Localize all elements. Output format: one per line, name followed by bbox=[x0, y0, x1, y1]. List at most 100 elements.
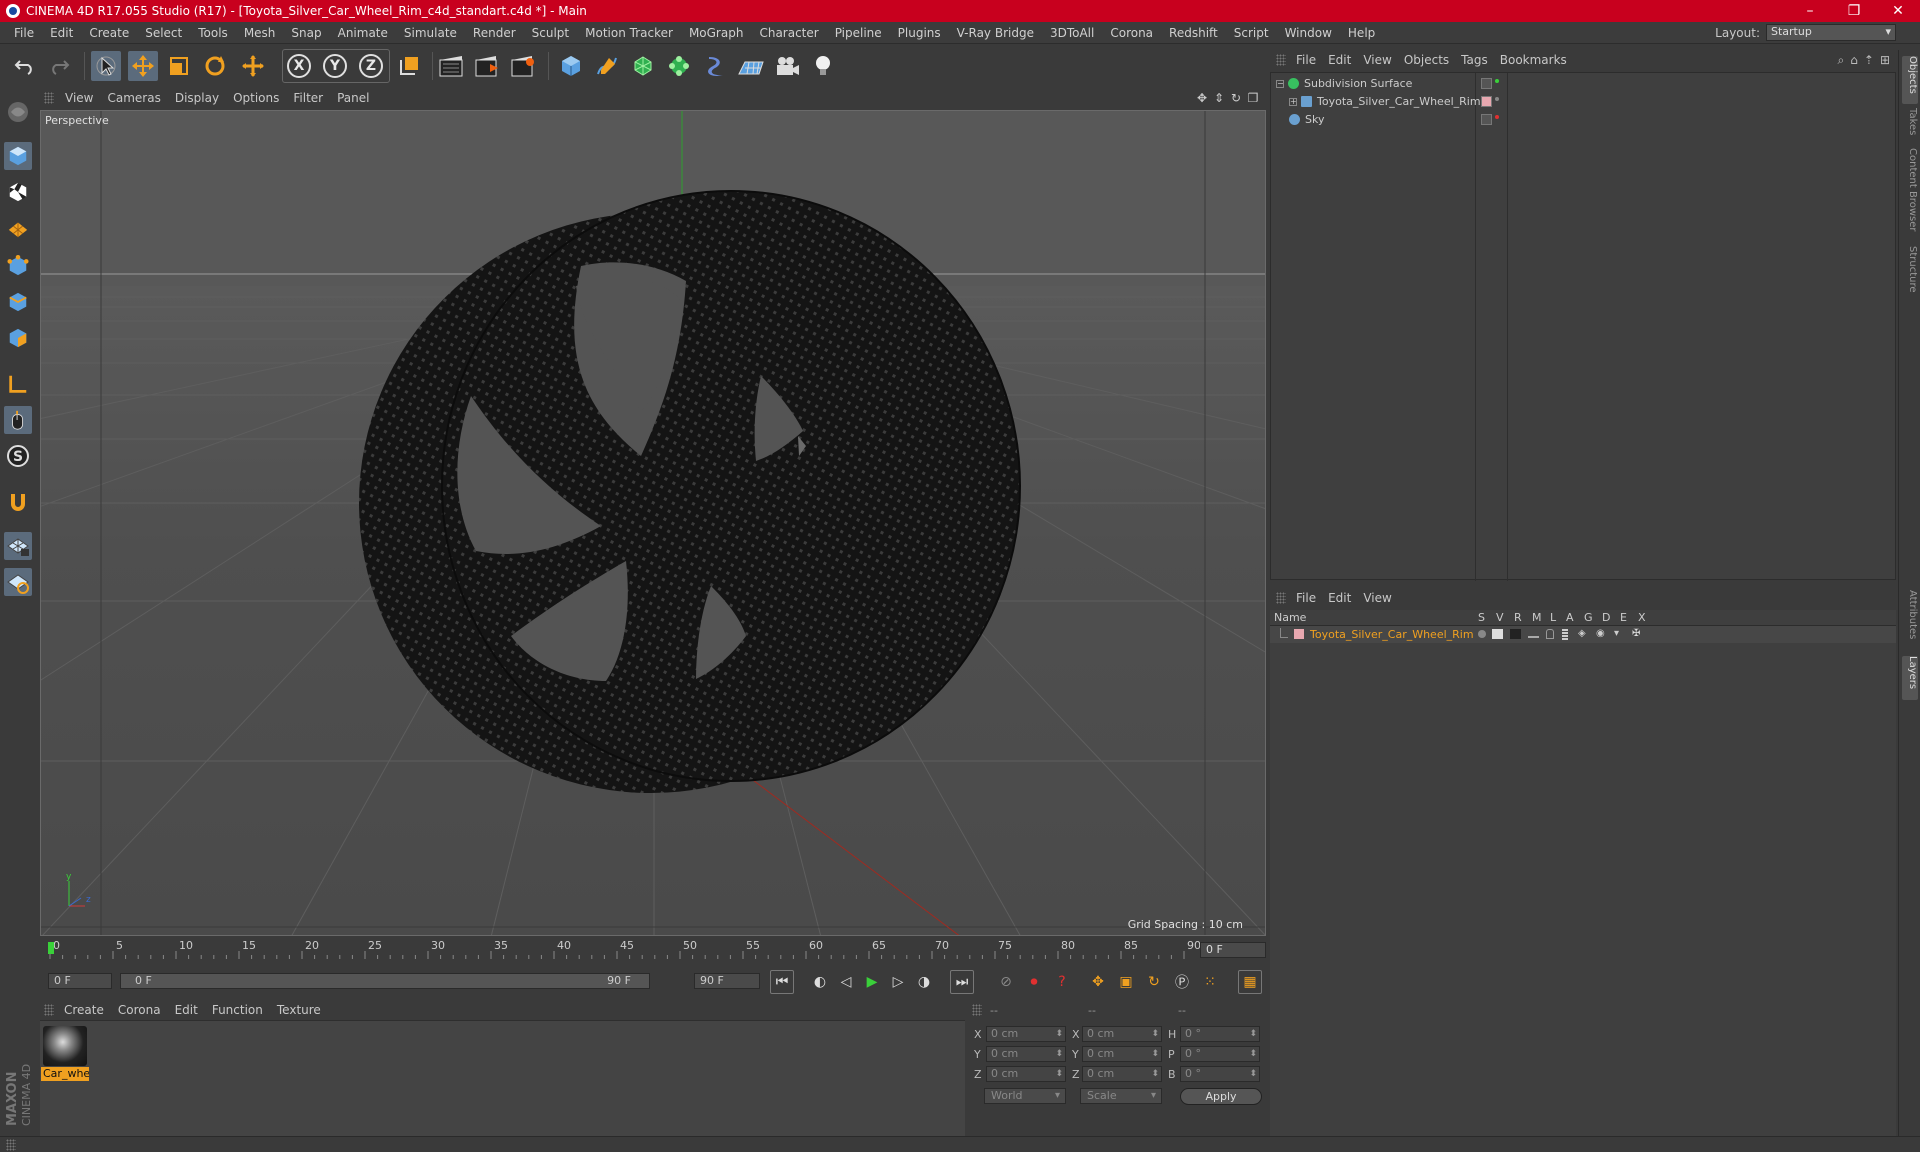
frame-range-slider[interactable]: 0 F 90 F bbox=[120, 973, 650, 989]
key-position-icon[interactable]: ✥ bbox=[1086, 970, 1110, 994]
menu-simulate[interactable]: Simulate bbox=[396, 26, 465, 40]
key-scale-icon[interactable]: ▣ bbox=[1114, 970, 1138, 994]
om-menu-objects[interactable]: Objects bbox=[1402, 53, 1459, 67]
render-toggle-icon[interactable] bbox=[1510, 629, 1521, 639]
scale-tool-icon[interactable] bbox=[164, 51, 194, 81]
object-row[interactable]: − Subdivision Surface bbox=[1271, 74, 1897, 93]
size-y-field[interactable]: 0 cm bbox=[1082, 1046, 1162, 1062]
minimize-button[interactable]: – bbox=[1788, 0, 1832, 22]
layer-color-swatch[interactable] bbox=[1294, 629, 1304, 639]
texture-mode-icon[interactable] bbox=[4, 178, 32, 206]
menu-vray-bridge[interactable]: V-Ray Bridge bbox=[949, 26, 1042, 40]
material-name-label[interactable]: Car_whe bbox=[41, 1067, 89, 1081]
deformer-icon[interactable] bbox=[700, 51, 730, 81]
search-icon[interactable]: ⌕ bbox=[1838, 53, 1845, 68]
pos-z-field[interactable]: 0 cm bbox=[986, 1066, 1066, 1082]
layer-name[interactable]: Toyota_Silver_Car_Wheel_Rim bbox=[1310, 628, 1474, 641]
play-forward-icon[interactable]: ▶ bbox=[860, 970, 884, 994]
tab-objects[interactable]: Objects bbox=[1902, 56, 1918, 104]
points-mode-icon[interactable] bbox=[4, 252, 32, 280]
tab-structure[interactable]: Structure bbox=[1902, 246, 1918, 302]
coordinate-system-icon[interactable] bbox=[394, 51, 424, 81]
viewport-menu-display[interactable]: Display bbox=[172, 91, 230, 105]
keyframe-selection-icon[interactable]: ? bbox=[1050, 970, 1074, 994]
end-frame-field[interactable]: 90 F bbox=[694, 973, 760, 989]
render-view-icon[interactable] bbox=[436, 51, 466, 81]
material-menu-corona[interactable]: Corona bbox=[116, 1003, 173, 1017]
menu-pipeline[interactable]: Pipeline bbox=[827, 26, 890, 40]
render-visibility-dot-icon[interactable] bbox=[1495, 115, 1499, 119]
menu-file[interactable]: File bbox=[6, 26, 42, 40]
editor-visibility-icon[interactable] bbox=[1481, 114, 1492, 125]
perspective-viewport[interactable]: y z Perspective Grid Spacing : 10 cm bbox=[40, 110, 1266, 936]
size-z-field[interactable]: 0 cm bbox=[1082, 1066, 1162, 1082]
lm-menu-edit[interactable]: Edit bbox=[1326, 591, 1361, 605]
transform-tool-icon[interactable] bbox=[238, 51, 268, 81]
panel-grip-icon[interactable] bbox=[44, 92, 54, 104]
dolly-icon[interactable]: ⇕ bbox=[1212, 91, 1226, 105]
tab-takes[interactable]: Takes bbox=[1902, 108, 1918, 148]
size-mode-dropdown[interactable]: Scale bbox=[1080, 1088, 1162, 1104]
render-picture-viewer-icon[interactable] bbox=[472, 51, 502, 81]
timeline-window-icon[interactable]: ▦ bbox=[1238, 970, 1262, 994]
restore-button[interactable]: ❐ bbox=[1832, 0, 1876, 22]
light-icon[interactable] bbox=[808, 51, 838, 81]
layer-color-icon[interactable] bbox=[1481, 96, 1492, 107]
om-menu-file[interactable]: File bbox=[1294, 53, 1326, 67]
y-axis-lock-button[interactable]: Y bbox=[320, 51, 350, 81]
go-to-end-icon[interactable]: ⏭ bbox=[950, 970, 974, 994]
material-menu-function[interactable]: Function bbox=[210, 1003, 275, 1017]
layer-row[interactable]: Toyota_Silver_Car_Wheel_Rim ◈ ◉ ▾ ✠ bbox=[1270, 626, 1896, 643]
panel-grip-icon[interactable] bbox=[6, 1139, 16, 1151]
cloner-icon[interactable] bbox=[664, 51, 694, 81]
generators-toggle-icon[interactable]: ◈ bbox=[1578, 629, 1590, 639]
start-frame-field[interactable]: 0 F bbox=[48, 973, 112, 989]
lm-menu-file[interactable]: File bbox=[1294, 591, 1326, 605]
live-selection-icon[interactable] bbox=[91, 51, 121, 81]
solo-toggle-icon[interactable] bbox=[1478, 630, 1486, 638]
x-axis-lock-button[interactable]: X bbox=[284, 51, 314, 81]
menu-select[interactable]: Select bbox=[137, 26, 190, 40]
visibility-dot-icon[interactable] bbox=[1495, 97, 1499, 101]
viewport-menu-options[interactable]: Options bbox=[230, 91, 290, 105]
menu-create[interactable]: Create bbox=[81, 26, 137, 40]
menu-help[interactable]: Help bbox=[1340, 26, 1383, 40]
model-mode-icon[interactable] bbox=[4, 142, 32, 170]
object-row[interactable]: + Toyota_Silver_Car_Wheel_Rim bbox=[1271, 92, 1897, 111]
locked-workplane-icon[interactable] bbox=[4, 532, 32, 560]
om-menu-edit[interactable]: Edit bbox=[1326, 53, 1361, 67]
render-settings-icon[interactable] bbox=[508, 51, 538, 81]
tab-content-browser[interactable]: Content Browser bbox=[1902, 148, 1918, 240]
material-thumbnail[interactable] bbox=[43, 1026, 87, 1066]
eye-visibility-icon[interactable] bbox=[1492, 629, 1503, 639]
planar-workplane-icon[interactable] bbox=[4, 568, 32, 596]
new-view-icon[interactable]: ⊞ bbox=[1880, 53, 1890, 68]
lock-icon[interactable] bbox=[1546, 629, 1554, 639]
tab-attributes[interactable]: Attributes bbox=[1902, 590, 1918, 652]
menu-motion-tracker[interactable]: Motion Tracker bbox=[577, 26, 681, 40]
animation-toggle-icon[interactable] bbox=[1562, 629, 1568, 640]
menu-character[interactable]: Character bbox=[751, 26, 826, 40]
pan-icon[interactable]: ✥ bbox=[1195, 91, 1209, 105]
apply-button[interactable]: Apply bbox=[1180, 1088, 1262, 1105]
menu-sculpt[interactable]: Sculpt bbox=[524, 26, 577, 40]
viewport-menu-view[interactable]: View bbox=[62, 91, 104, 105]
viewport-menu-filter[interactable]: Filter bbox=[290, 91, 334, 105]
om-menu-view[interactable]: View bbox=[1361, 53, 1401, 67]
menu-tools[interactable]: Tools bbox=[190, 26, 236, 40]
move-tool-icon[interactable] bbox=[128, 51, 158, 81]
menu-window[interactable]: Window bbox=[1277, 26, 1340, 40]
menu-animate[interactable]: Animate bbox=[330, 26, 396, 40]
close-button[interactable]: ✕ bbox=[1876, 0, 1920, 22]
menu-redshift[interactable]: Redshift bbox=[1161, 26, 1226, 40]
viewport-menu-panel[interactable]: Panel bbox=[334, 91, 380, 105]
editor-visibility-icon[interactable] bbox=[1481, 78, 1492, 89]
key-parameter-icon[interactable]: Ⓟ bbox=[1170, 970, 1194, 994]
lm-menu-view[interactable]: View bbox=[1361, 591, 1401, 605]
menu-edit[interactable]: Edit bbox=[42, 26, 81, 40]
previous-key-icon[interactable]: ◐ bbox=[808, 970, 832, 994]
coordinate-mode-dropdown[interactable]: World bbox=[984, 1088, 1066, 1104]
size-x-field[interactable]: 0 cm bbox=[1082, 1026, 1162, 1042]
layout-dropdown[interactable]: Startup bbox=[1766, 24, 1896, 41]
playhead-marker[interactable] bbox=[48, 942, 54, 954]
